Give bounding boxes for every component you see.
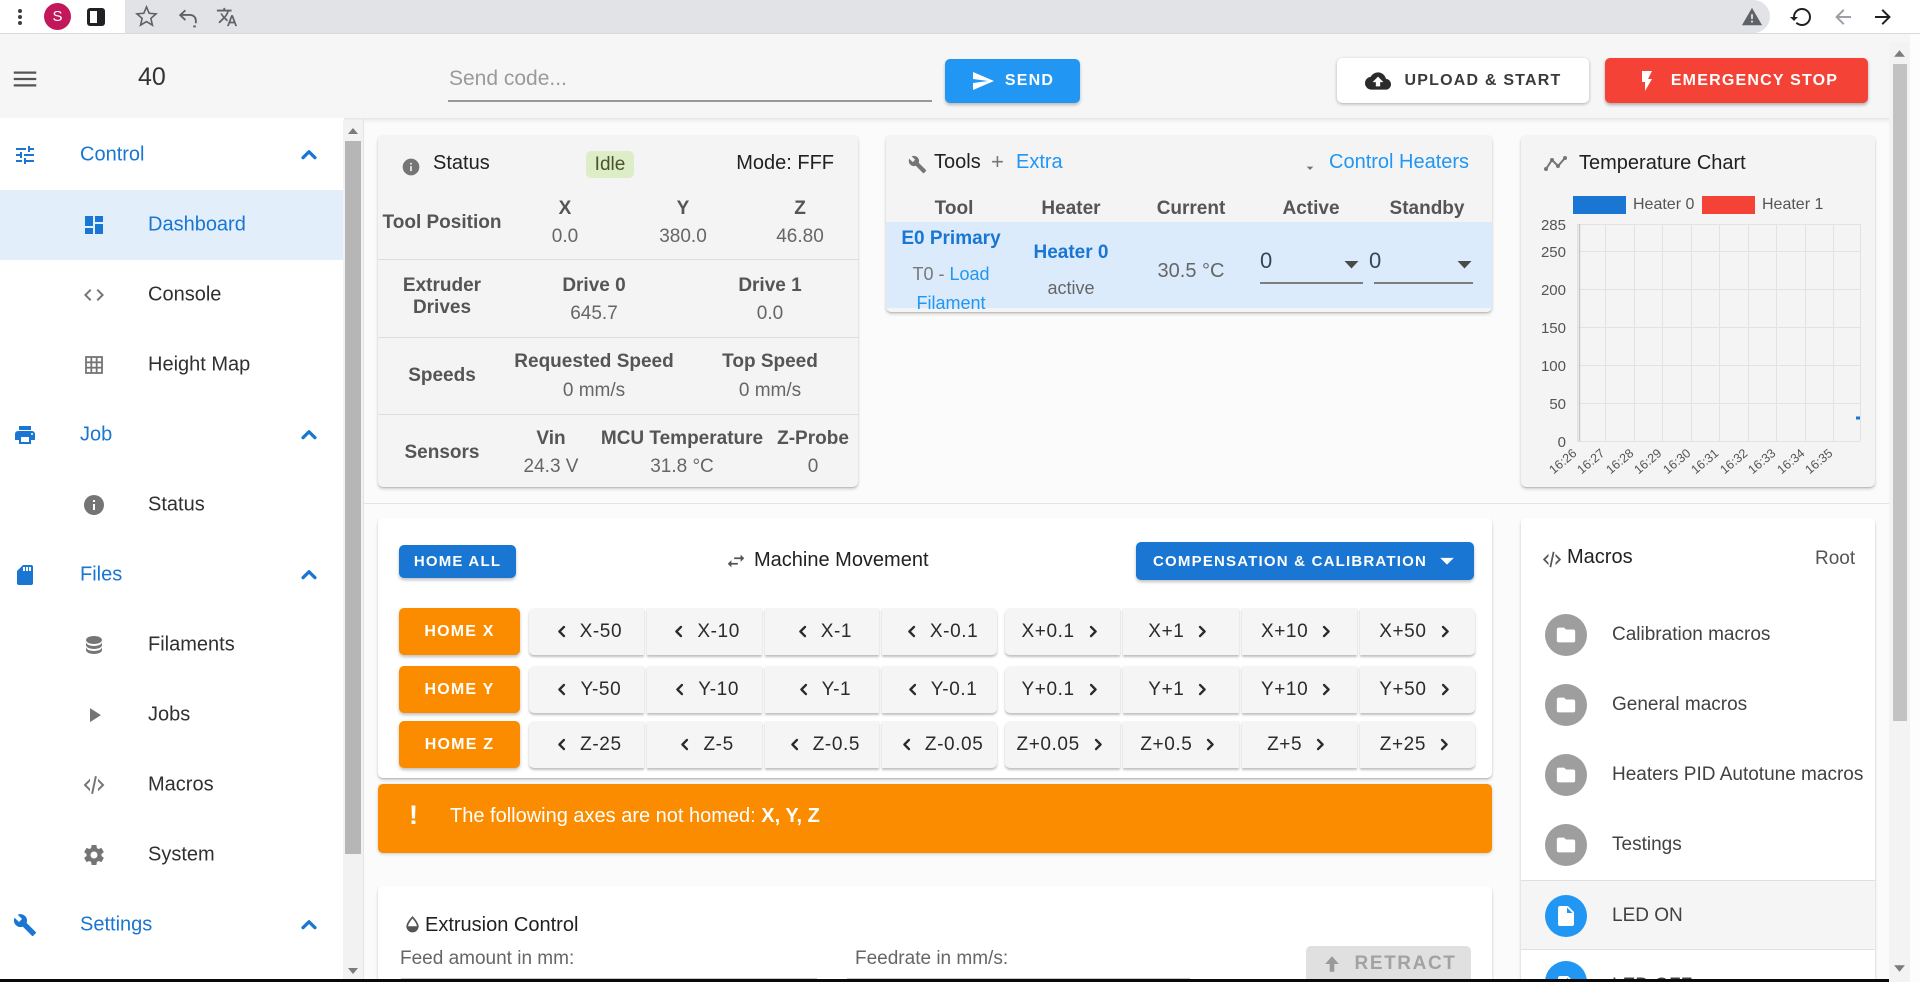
svg-text:16:32: 16:32 <box>1717 446 1750 477</box>
svg-text:16:28: 16:28 <box>1603 446 1636 477</box>
svg-text:16:31: 16:31 <box>1688 446 1721 477</box>
svg-text:50: 50 <box>1549 396 1566 413</box>
svg-text:16:30: 16:30 <box>1660 446 1693 477</box>
svg-text:16:35: 16:35 <box>1802 446 1835 477</box>
svg-text:16:34: 16:34 <box>1774 446 1807 477</box>
svg-text:0: 0 <box>1558 434 1566 451</box>
svg-text:250: 250 <box>1541 244 1566 261</box>
svg-text:16:27: 16:27 <box>1574 446 1607 477</box>
svg-text:200: 200 <box>1541 282 1566 299</box>
svg-text:285: 285 <box>1541 217 1566 234</box>
svg-text:150: 150 <box>1541 320 1566 337</box>
svg-text:16:33: 16:33 <box>1745 446 1778 477</box>
svg-text:16:29: 16:29 <box>1631 446 1664 477</box>
svg-text:100: 100 <box>1541 358 1566 375</box>
